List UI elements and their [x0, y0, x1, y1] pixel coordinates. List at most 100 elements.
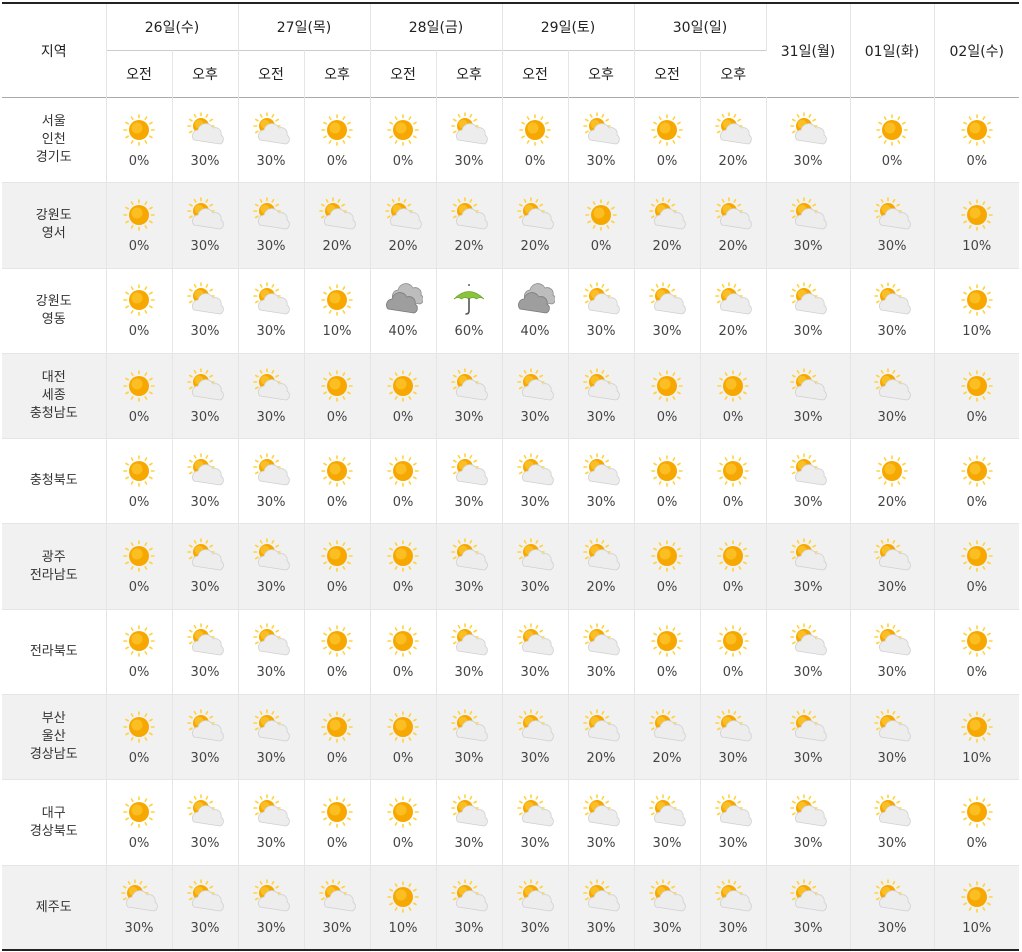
forecast-table: 지역 26일(수) 27일(목) 28일(금) 29일(토) 30일(일) 31일(월) 0…: [2, 2, 1019, 952]
partly-cloudy-icon: [872, 197, 912, 237]
rain-probability: 0%: [722, 665, 744, 681]
partly-cloudy-icon: [647, 879, 687, 919]
rain-probability: 30%: [652, 836, 682, 852]
forecast-cell: 0%: [106, 779, 173, 866]
partly-cloudy-icon: [185, 623, 225, 663]
forecast-cell: 30%: [172, 865, 239, 951]
rain-probability: 0%: [128, 580, 150, 596]
rain-probability: 30%: [877, 750, 907, 766]
region-row: 대전 세종 충청남도 0% 30% 30% 0% 0% 30% 30% 30% 0% 0%…: [2, 353, 1019, 439]
rain-probability: 30%: [322, 921, 352, 937]
rain-probability: 20%: [718, 153, 748, 169]
forecast-cell: 30%: [700, 779, 767, 866]
rain-probability: 0%: [326, 580, 348, 596]
rain-probability: 20%: [586, 750, 616, 766]
forecast-cell: 30%: [568, 865, 635, 951]
forecast-cell: 0%: [304, 523, 371, 610]
sunny-icon: [317, 112, 357, 152]
forecast-cell: 30%: [502, 694, 569, 780]
partly-cloudy-icon: [872, 367, 912, 408]
partly-cloudy-icon: [515, 879, 555, 919]
forecast-cell: 30%: [436, 694, 503, 780]
forecast-cell: 30%: [172, 268, 239, 354]
partly-cloudy-icon: [872, 794, 912, 834]
am-header: 오전: [370, 50, 437, 98]
day-header: 31일(월): [766, 3, 851, 98]
forecast-cell: 0%: [700, 523, 767, 610]
sunny-icon: [317, 538, 357, 578]
rain-probability: 30%: [793, 580, 823, 596]
partly-cloudy-icon: [581, 538, 621, 578]
forecast-cell: 30%: [568, 353, 635, 439]
partly-cloudy-icon: [788, 623, 828, 663]
sunny-icon: [383, 623, 423, 663]
rain-probability: 0%: [326, 409, 348, 425]
forecast-cell: 20%: [436, 182, 503, 269]
forecast-cell: 0%: [106, 268, 173, 354]
rain-probability: 0%: [326, 836, 348, 852]
rain-probability: 30%: [190, 921, 220, 937]
rain-probability: 20%: [586, 580, 616, 596]
rain-probability: 30%: [256, 409, 286, 425]
forecast-cell: 30%: [568, 779, 635, 866]
sunny-icon: [383, 368, 423, 408]
forecast-cell: 30%: [850, 865, 935, 951]
rain-probability: 30%: [520, 665, 550, 681]
sunny-icon: [872, 453, 912, 493]
rain-probability: 10%: [962, 238, 992, 254]
rain-probability: 0%: [524, 153, 546, 169]
partly-cloudy-icon: [185, 367, 225, 408]
forecast-cell: 0%: [934, 439, 1019, 524]
partly-cloudy-icon: [185, 197, 225, 237]
partly-cloudy-icon: [788, 111, 828, 152]
rain-probability: 0%: [656, 409, 678, 425]
rain-probability: 30%: [520, 921, 550, 937]
forecast-cell: 20%: [304, 182, 371, 269]
rain-probability: 20%: [322, 238, 352, 254]
rain-probability: 0%: [392, 750, 414, 766]
partly-cloudy-icon: [119, 879, 159, 919]
sunny-icon: [119, 709, 159, 749]
partly-cloudy-icon: [185, 538, 225, 578]
partly-cloudy-icon: [647, 197, 687, 237]
sunny-icon: [957, 623, 997, 663]
forecast-cell: 30%: [436, 779, 503, 866]
forecast-cell: 0%: [634, 609, 701, 695]
partly-cloudy-icon: [383, 197, 423, 237]
rain-probability: 30%: [877, 409, 907, 425]
pm-header: 오후: [172, 50, 239, 98]
day-header: 02일(수): [949, 43, 1005, 60]
sunny-icon: [957, 879, 997, 919]
sunny-icon: [119, 623, 159, 663]
forecast-cell: 30%: [502, 353, 569, 439]
partly-cloudy-icon: [449, 453, 489, 493]
partly-cloudy-icon: [647, 282, 687, 322]
rain-probability: 0%: [722, 494, 744, 510]
rain-probability: 30%: [877, 580, 907, 596]
pm-header: 오후: [568, 50, 635, 98]
rain-probability: 30%: [793, 750, 823, 766]
partly-cloudy-icon: [251, 708, 291, 749]
region-name: 대전 세종 충청남도: [2, 353, 107, 439]
rain-probability: 30%: [877, 836, 907, 852]
rain-probability: 30%: [454, 494, 484, 510]
rain-probability: 0%: [326, 750, 348, 766]
rain-probability: 30%: [454, 921, 484, 937]
rain-probability: 20%: [652, 238, 682, 254]
rain-probability: 30%: [520, 494, 550, 510]
partly-cloudy-icon: [449, 708, 489, 749]
forecast-cell: 0%: [934, 353, 1019, 438]
rain-probability: 30%: [793, 494, 823, 510]
sunny-icon: [383, 112, 423, 152]
sunny-icon: [713, 453, 753, 493]
sunny-icon: [317, 453, 357, 493]
forecast-cell: 30%: [502, 523, 569, 610]
sunny-icon: [647, 623, 687, 663]
partly-cloudy-icon: [449, 879, 489, 919]
partly-cloudy-icon: [185, 453, 225, 493]
rain-probability: 0%: [656, 153, 678, 169]
rain-probability: 10%: [388, 921, 418, 937]
forecast-cell: 0%: [106, 353, 173, 439]
pm-header: 오후: [436, 50, 503, 98]
forecast-cell: 10%: [934, 695, 1019, 780]
